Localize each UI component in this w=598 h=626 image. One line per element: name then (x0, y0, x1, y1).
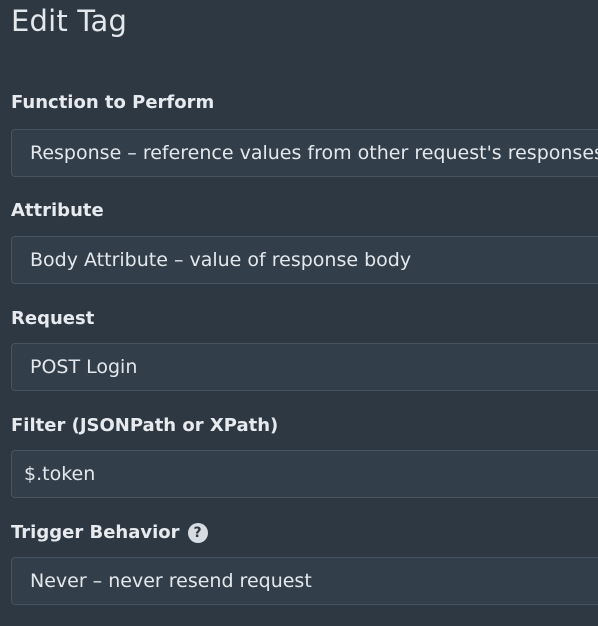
attribute-select-value: Body Attribute – value of response body (30, 249, 412, 271)
filter-input-value: $.token (24, 463, 96, 485)
attribute-label: Attribute (11, 200, 104, 221)
dialog-title: Edit Tag (11, 4, 128, 38)
function-select[interactable]: Response – reference values from other r… (11, 129, 598, 177)
function-select-value: Response – reference values from other r… (30, 142, 598, 164)
request-select-value: POST Login (30, 356, 138, 378)
request-label: Request (11, 308, 95, 329)
attribute-select[interactable]: Body Attribute – value of response body (11, 236, 598, 284)
trigger-label: Trigger Behavior (11, 522, 180, 543)
filter-input[interactable]: $.token (11, 450, 598, 498)
question-circle-icon[interactable]: ? (187, 522, 208, 543)
trigger-select[interactable]: Never – never resend request (11, 557, 598, 605)
trigger-label-row: Trigger Behavior ? (11, 522, 208, 543)
request-select[interactable]: POST Login (11, 343, 598, 391)
trigger-select-value: Never – never resend request (30, 570, 312, 592)
filter-label: Filter (JSONPath or XPath) (11, 415, 279, 436)
function-label: Function to Perform (11, 92, 215, 113)
edit-tag-dialog: Edit Tag Function to Perform Response – … (0, 0, 598, 626)
